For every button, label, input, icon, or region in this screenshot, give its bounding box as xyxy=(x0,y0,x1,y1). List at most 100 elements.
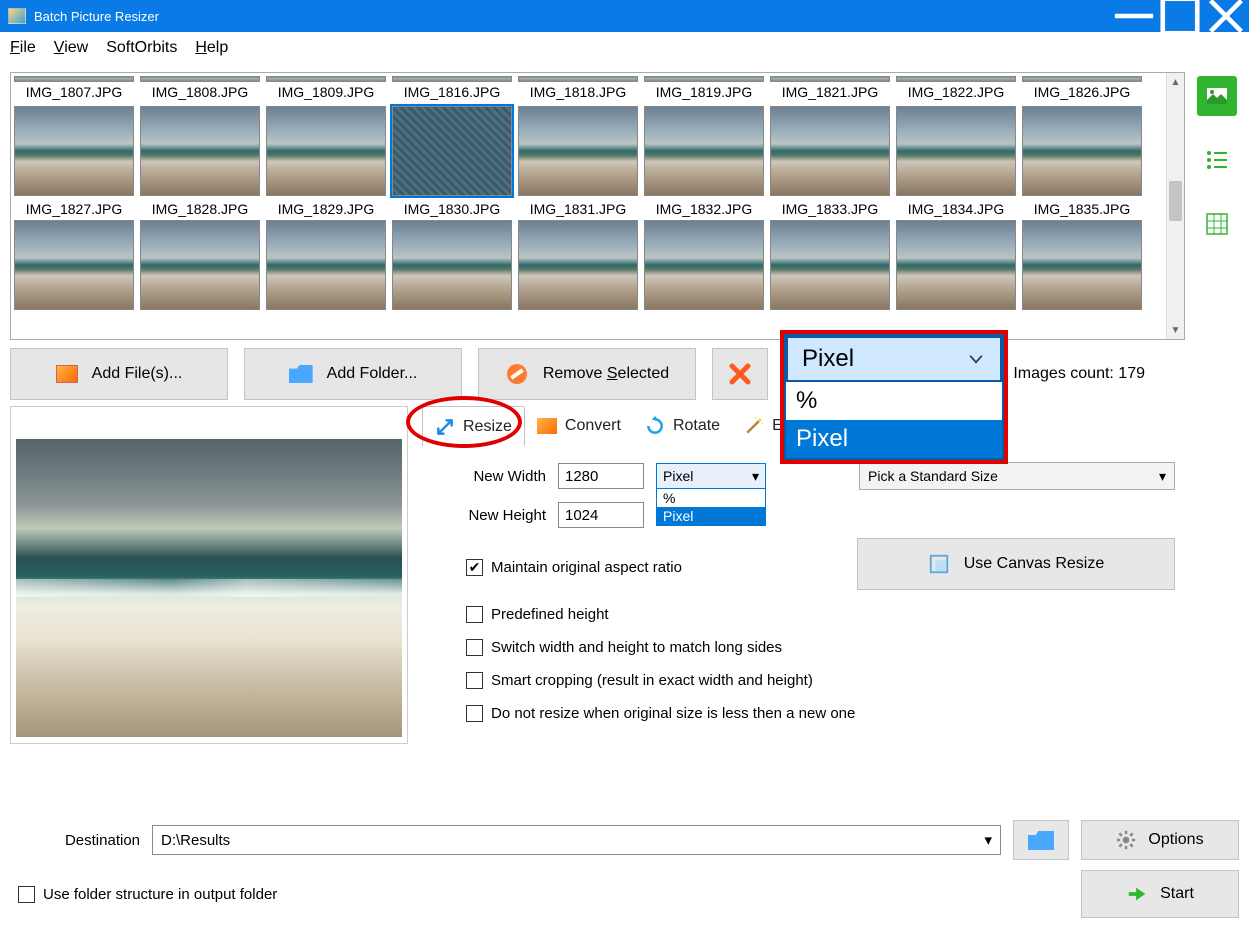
thumbnail-label-row: IMG_1828.JPG xyxy=(140,199,260,217)
minimize-button[interactable] xyxy=(1111,0,1157,32)
thumbnail[interactable] xyxy=(266,220,386,310)
menu-help[interactable]: Help xyxy=(195,39,228,57)
thumbnail[interactable]: IMG_1822.JPG xyxy=(896,76,1016,100)
thumbnail[interactable] xyxy=(1022,220,1142,310)
thumbnail-image xyxy=(140,76,260,82)
tab-convert[interactable]: Convert xyxy=(525,406,633,446)
thumbnail-image xyxy=(518,106,638,196)
new-width-input[interactable] xyxy=(558,463,644,489)
view-list-button[interactable] xyxy=(1197,140,1237,180)
thumbnail[interactable] xyxy=(896,220,1016,310)
maintain-ratio-label: Maintain original aspect ratio xyxy=(491,559,682,576)
canvas-resize-button[interactable]: Use Canvas Resize xyxy=(857,538,1175,590)
view-grid-button[interactable] xyxy=(1197,204,1237,244)
thumbnail[interactable]: IMG_1816.JPG xyxy=(392,76,512,100)
wand-icon xyxy=(744,416,764,436)
thumbnail-label: IMG_1826.JPG xyxy=(1022,84,1142,100)
thumbnail-image xyxy=(896,76,1016,82)
chevron-down-icon: ▾ xyxy=(752,468,759,485)
thumbnail[interactable]: IMG_1821.JPG xyxy=(770,76,890,100)
no-upscale-checkbox[interactable] xyxy=(466,705,483,722)
options-label: Options xyxy=(1148,831,1203,849)
browse-button[interactable] xyxy=(1013,820,1069,860)
width-unit-combo[interactable]: Pixel ▾ % Pixel xyxy=(656,463,766,489)
switch-wh-checkbox[interactable] xyxy=(466,639,483,656)
thumbnail[interactable] xyxy=(266,106,386,196)
thumbnail[interactable] xyxy=(1022,106,1142,196)
thumbnail-image xyxy=(14,106,134,196)
thumbnail[interactable] xyxy=(518,220,638,310)
maximize-button[interactable] xyxy=(1157,0,1203,32)
thumbnail-label: IMG_1827.JPG xyxy=(14,201,134,217)
standard-size-combo[interactable]: Pick a Standard Size ▾ xyxy=(859,462,1175,490)
remove-selected-button[interactable]: Remove Selected xyxy=(478,348,696,400)
unit-option-pixel[interactable]: Pixel xyxy=(657,507,765,525)
start-button[interactable]: Start xyxy=(1081,870,1239,918)
unit-option-percent[interactable]: % xyxy=(657,489,765,507)
thumbnail[interactable] xyxy=(644,220,764,310)
tab-resize[interactable]: Resize xyxy=(422,406,525,446)
thumbnail[interactable] xyxy=(896,106,1016,196)
add-folder-label: Add Folder... xyxy=(327,365,418,383)
thumbnail-label: IMG_1830.JPG xyxy=(392,201,512,217)
new-height-input[interactable] xyxy=(558,502,644,528)
canvas-resize-label: Use Canvas Resize xyxy=(964,555,1105,573)
thumbnail-image xyxy=(518,76,638,82)
thumbnail[interactable] xyxy=(392,220,512,310)
destination-combo[interactable]: D:\Results ▾ xyxy=(152,825,1001,855)
thumbnail[interactable] xyxy=(14,220,134,310)
tab-rotate[interactable]: Rotate xyxy=(633,406,732,446)
smart-crop-checkbox[interactable] xyxy=(466,672,483,689)
thumbnail-label: IMG_1821.JPG xyxy=(770,84,890,100)
thumbnail[interactable] xyxy=(770,106,890,196)
remove-all-button[interactable] xyxy=(712,348,768,400)
thumbnail[interactable] xyxy=(14,106,134,196)
thumbnail-label-row: IMG_1827.JPG xyxy=(14,199,134,217)
rotate-icon xyxy=(645,416,665,436)
thumbnail[interactable] xyxy=(644,106,764,196)
zoom-unit-combo[interactable]: Pixel xyxy=(786,336,1002,382)
thumbnail[interactable] xyxy=(140,220,260,310)
zoom-option-percent[interactable]: % xyxy=(786,382,1002,420)
thumbnail-scrollbar[interactable]: ▲ ▼ xyxy=(1166,73,1184,339)
resize-form: New Width Pixel ▾ % Pixel Pick xyxy=(422,446,1185,722)
maintain-ratio-checkbox[interactable] xyxy=(466,559,483,576)
add-files-button[interactable]: Add File(s)... xyxy=(10,348,228,400)
thumbnail[interactable]: IMG_1819.JPG xyxy=(644,76,764,100)
image-icon xyxy=(1205,84,1229,108)
use-folder-structure-checkbox[interactable] xyxy=(18,886,35,903)
menubar: File View SoftOrbits Help xyxy=(0,32,1249,64)
thumbnail[interactable] xyxy=(140,106,260,196)
thumbnail[interactable]: IMG_1826.JPG xyxy=(1022,76,1142,100)
thumbnail-label-row: IMG_1834.JPG xyxy=(896,199,1016,217)
thumbnail-image xyxy=(1022,220,1142,310)
thumbnail-image xyxy=(14,76,134,82)
canvas-icon xyxy=(928,553,950,575)
thumbnail-label: IMG_1834.JPG xyxy=(896,201,1016,217)
tab-rotate-label: Rotate xyxy=(673,417,720,435)
no-upscale-label: Do not resize when original size is less… xyxy=(491,705,855,722)
thumbnail[interactable]: IMG_1808.JPG xyxy=(140,76,260,100)
thumbnail[interactable] xyxy=(770,220,890,310)
new-width-label: New Width xyxy=(446,468,546,485)
close-button[interactable] xyxy=(1203,0,1249,32)
predefined-height-checkbox[interactable] xyxy=(466,606,483,623)
menu-file[interactable]: File xyxy=(10,39,36,57)
view-thumbnails-button[interactable] xyxy=(1197,76,1237,116)
folder-open-icon xyxy=(1028,830,1054,850)
view-toolbar xyxy=(1195,72,1239,744)
thumbnail[interactable]: IMG_1809.JPG xyxy=(266,76,386,100)
menu-softorbits[interactable]: SoftOrbits xyxy=(106,39,177,57)
thumbnail[interactable] xyxy=(518,106,638,196)
thumbnail-image xyxy=(644,220,764,310)
tab-convert-label: Convert xyxy=(565,417,621,435)
options-button[interactable]: Options xyxy=(1081,820,1239,860)
destination-label: Destination xyxy=(10,832,140,849)
thumbnail[interactable]: IMG_1818.JPG xyxy=(518,76,638,100)
zoom-option-pixel[interactable]: Pixel xyxy=(786,420,1002,458)
thumbnail[interactable] xyxy=(392,106,512,196)
thumbnail-image xyxy=(1022,76,1142,82)
thumbnail[interactable]: IMG_1807.JPG xyxy=(14,76,134,100)
add-folder-button[interactable]: Add Folder... xyxy=(244,348,462,400)
menu-view[interactable]: View xyxy=(54,39,88,57)
